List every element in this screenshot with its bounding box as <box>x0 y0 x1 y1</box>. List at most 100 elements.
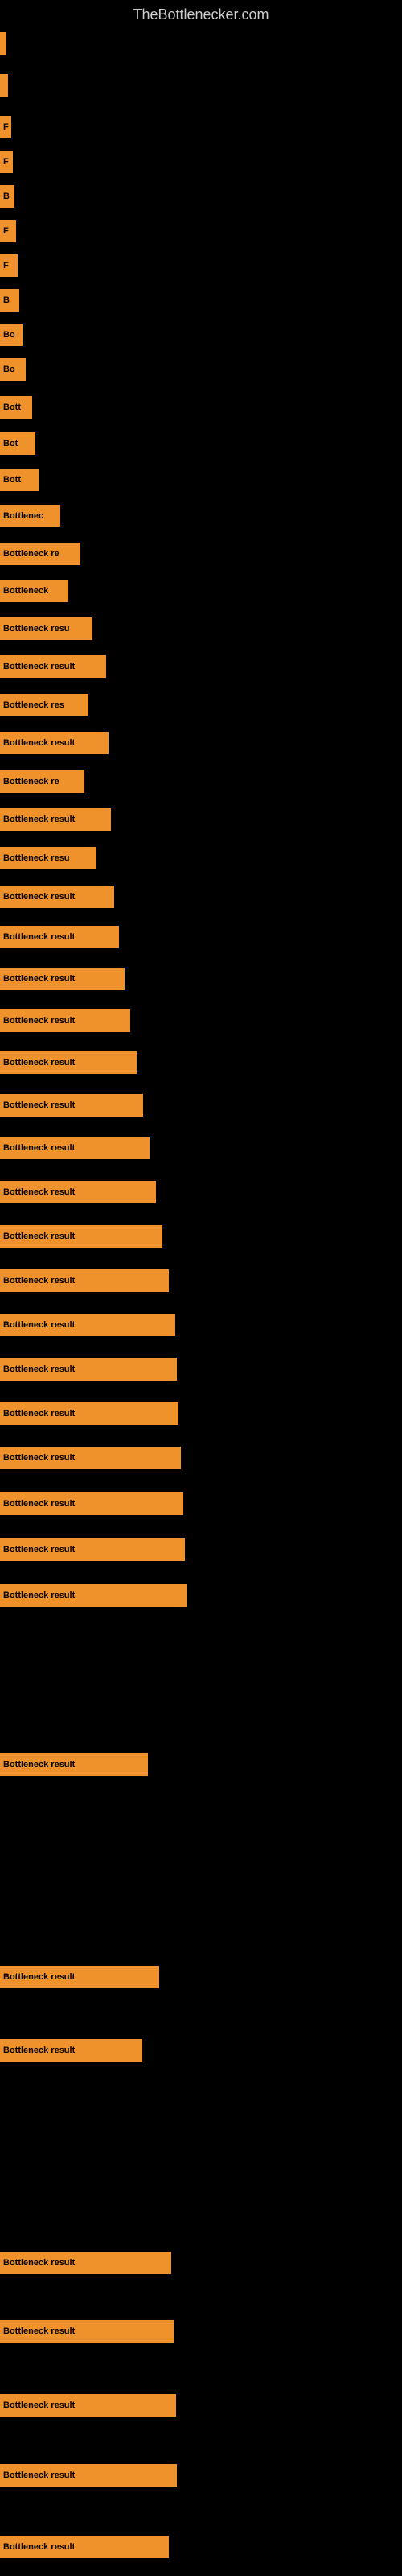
bar-label: Bottleneck result <box>3 1320 75 1330</box>
bar-item: Bottlenec <box>0 503 402 529</box>
bar-label: Bott <box>3 402 21 412</box>
bar: Bottleneck result <box>0 1584 187 1607</box>
bar: Bottleneck result <box>0 2464 177 2487</box>
bar-item: Bottleneck result <box>0 1583 402 1608</box>
bar-item: Bottleneck result <box>0 2462 402 2488</box>
bar-label: Bottleneck result <box>3 1364 75 1374</box>
bar-item: Bo <box>0 322 402 348</box>
bar: Bottleneck result <box>0 1051 137 1074</box>
bar: Bottleneck result <box>0 1181 156 1203</box>
bar-item: Bottleneck resu <box>0 845 402 871</box>
bar-label: Bottleneck result <box>3 1545 75 1554</box>
bar: Bottleneck result <box>0 1137 150 1159</box>
bar-item: Bottleneck result <box>0 1537 402 1563</box>
bar-item: Bottleneck result <box>0 966 402 992</box>
bar-item: Bottleneck res <box>0 692 402 718</box>
bar-label: Bottleneck result <box>3 1016 75 1026</box>
bar-item: Bottleneck result <box>0 1445 402 1471</box>
bar: Bottleneck result <box>0 1447 181 1469</box>
bar-item: Bottleneck result <box>0 1268 402 1294</box>
bar-item: Bottleneck result <box>0 807 402 832</box>
bar-item: Bottleneck result <box>0 2392 402 2418</box>
bar-label: Bo <box>3 365 15 374</box>
bar-label: Bottleneck resu <box>3 853 70 863</box>
bar-label: Bottleneck re <box>3 777 59 786</box>
bar-label: F <box>3 122 9 132</box>
bar-label: Bottleneck result <box>3 1409 75 1418</box>
bar-label: Bottleneck result <box>3 815 75 824</box>
bar-label: F <box>3 261 9 270</box>
bar: Bottleneck result <box>0 1225 162 1248</box>
bar <box>0 32 6 55</box>
bar: Bottleneck result <box>0 1492 183 1515</box>
bar-label: Bottleneck result <box>3 2401 75 2410</box>
bar-label: Bott <box>3 475 21 485</box>
bar-label: B <box>3 295 10 305</box>
bar-item: Bottleneck result <box>0 1179 402 1205</box>
bar-label: Bottleneck result <box>3 1972 75 1982</box>
bar-item: Bottleneck re <box>0 769 402 795</box>
bar-label: Bottleneck result <box>3 738 75 748</box>
bar-label: Bottleneck result <box>3 1187 75 1197</box>
bar-label: Bottleneck result <box>3 2258 75 2268</box>
bar-item: Bottleneck result <box>0 884 402 910</box>
bar-item: F <box>0 218 402 244</box>
bar-item: Bot <box>0 431 402 456</box>
bar: Bottleneck result <box>0 2252 171 2274</box>
bar-item: Bottleneck result <box>0 1008 402 1034</box>
bar-label: Bottleneck result <box>3 2046 75 2055</box>
bar-label: Bottleneck result <box>3 1591 75 1600</box>
bar-item: Bottleneck <box>0 578 402 604</box>
bar: Bot <box>0 432 35 455</box>
bar-item: Bo <box>0 357 402 382</box>
bar: Bottleneck result <box>0 1753 148 1776</box>
bar-label: Bot <box>3 439 18 448</box>
bar-label: Bottleneck result <box>3 2471 75 2480</box>
bar: Bottleneck result <box>0 2536 169 2558</box>
bar-label: Bottleneck <box>3 586 48 596</box>
bar-item: Bottleneck result <box>0 2037 402 2063</box>
bar-label: Bottleneck result <box>3 2326 75 2336</box>
bar: Bottleneck resu <box>0 617 92 640</box>
bar-item: Bottleneck result <box>0 1312 402 1338</box>
bar-item: Bottleneck result <box>0 924 402 950</box>
bar-item: Bottleneck result <box>0 1491 402 1517</box>
bar-item: Bott <box>0 467 402 493</box>
bar-label: Bottleneck result <box>3 1100 75 1110</box>
bar: Bo <box>0 324 23 346</box>
bar-item: Bottleneck result <box>0 2250 402 2276</box>
bar-label: Bottleneck result <box>3 974 75 984</box>
bar-label: Bottleneck result <box>3 1453 75 1463</box>
bar: Bottleneck result <box>0 1009 130 1032</box>
bar: Bottleneck result <box>0 1966 159 1988</box>
bar: Bottleneck result <box>0 968 125 990</box>
bar: Bottleneck re <box>0 543 80 565</box>
bar: Bo <box>0 358 26 381</box>
bar-item: Bottleneck result <box>0 1356 402 1382</box>
bar-label: Bottleneck result <box>3 2542 75 2552</box>
bar-label: Bottleneck result <box>3 1499 75 1509</box>
bar: Bottleneck result <box>0 2394 176 2417</box>
bar-label: Bottleneck resu <box>3 624 70 634</box>
bar: B <box>0 289 19 312</box>
bar: F <box>0 254 18 277</box>
bar-item: F <box>0 253 402 279</box>
bar-item: F <box>0 114 402 140</box>
bar: Bottleneck result <box>0 732 109 754</box>
bar <box>0 74 8 97</box>
bar-label: Bottleneck result <box>3 662 75 671</box>
bar-label: B <box>3 192 10 201</box>
bar: F <box>0 151 13 173</box>
bar: Bottleneck result <box>0 1269 169 1292</box>
bar: Bottleneck result <box>0 886 114 908</box>
bar: Bottleneck result <box>0 926 119 948</box>
bar-item <box>0 72 402 98</box>
bar-item: Bottleneck result <box>0 1050 402 1075</box>
bar-label: Bottleneck re <box>3 549 59 559</box>
bar-item: B <box>0 287 402 313</box>
bar: Bottleneck result <box>0 2039 142 2062</box>
bar-label: Bottlenec <box>3 511 43 521</box>
bar: Bottleneck result <box>0 655 106 678</box>
bar-label: Bo <box>3 330 15 340</box>
bar-item: Bottleneck resu <box>0 616 402 642</box>
